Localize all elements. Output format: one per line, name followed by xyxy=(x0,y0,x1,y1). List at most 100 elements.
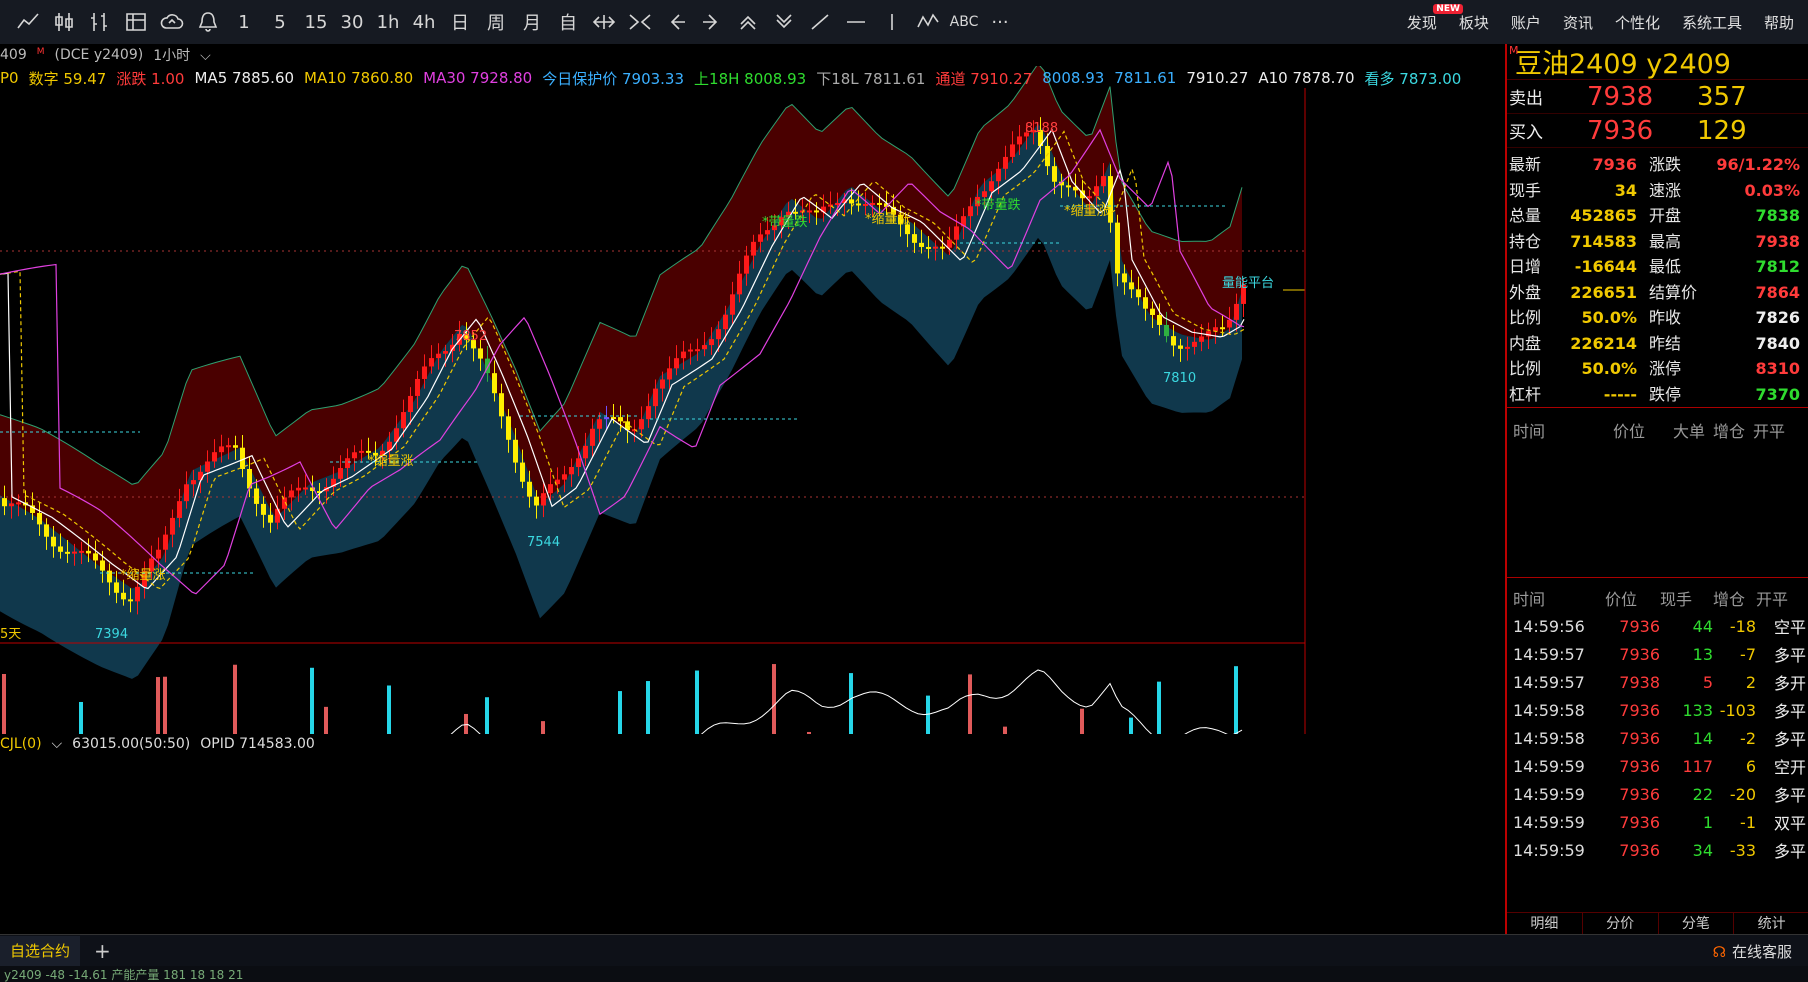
right-tab-2[interactable]: 分笔 xyxy=(1659,913,1735,934)
quote-value: 50.0% xyxy=(1581,308,1637,327)
annotation-mid_low: 7544 xyxy=(527,535,560,550)
candle-body xyxy=(429,358,434,367)
cloud-refresh-icon xyxy=(160,14,184,29)
alarm-bell-button[interactable] xyxy=(190,0,226,44)
menu-3[interactable]: 资讯 xyxy=(1563,12,1593,33)
kline-chart[interactable]: 8188 7394 7852 7544 7810 *缩量涨 *缩量涨 *缩量涨 *缩量涨 *带量跌… xyxy=(0,44,1505,734)
tick-cell: 1 xyxy=(1702,812,1713,832)
candle-body xyxy=(261,503,266,515)
candle-body xyxy=(639,419,644,430)
contract-code: 409 M xyxy=(0,46,45,64)
tick-cell: 空平 xyxy=(1773,618,1806,637)
add-tab-button[interactable]: + xyxy=(94,939,111,963)
horizontal-line-button[interactable] xyxy=(838,0,874,44)
sell-row[interactable]: 卖出 7938 357 xyxy=(1507,80,1808,114)
bottom-bar: 自选合约 + ☊ 在线客服 xyxy=(0,934,1808,966)
period-5-button[interactable]: 4h xyxy=(406,0,442,44)
shrink-horizontal-button[interactable] xyxy=(622,0,658,44)
candle-body xyxy=(919,242,924,247)
tick-cell: 多平 xyxy=(1773,702,1806,721)
menu-6[interactable]: 帮助 xyxy=(1764,12,1794,33)
tick-cell: 14:59:57 xyxy=(1513,672,1585,692)
volume-bar xyxy=(926,695,930,734)
annotation-belt2: *带量跌 xyxy=(975,197,1021,213)
vertical-line-button[interactable] xyxy=(874,0,910,44)
candle-body xyxy=(744,255,749,274)
zoom-out-icon xyxy=(776,14,792,29)
bar-chart-button[interactable] xyxy=(82,0,118,44)
watchlist-tab[interactable]: 自选合约 xyxy=(0,935,81,966)
status-bar: y2409 -48 -14.61 产能产量 181 18 18 21 xyxy=(0,966,1808,982)
big-order-col: 开平 xyxy=(1753,422,1786,441)
candle-body xyxy=(954,226,959,240)
online-service-button[interactable]: ☊ 在线客服 xyxy=(1713,941,1792,962)
legend-item-0: P0 xyxy=(0,69,19,87)
period-9-button[interactable]: 自 xyxy=(550,0,586,44)
period-1-button[interactable]: 5 xyxy=(262,0,298,44)
menu-4[interactable]: 个性化 xyxy=(1615,12,1660,33)
more-tools-button[interactable]: ··· xyxy=(982,0,1018,44)
quote-value: 8310 xyxy=(1755,359,1800,378)
volume-bar xyxy=(1003,726,1007,734)
compare-button[interactable] xyxy=(118,0,154,44)
volume-bar xyxy=(807,731,811,734)
candle-body xyxy=(58,546,63,552)
quote-value: 226214 xyxy=(1570,333,1637,353)
text-tool-button[interactable]: ABC xyxy=(946,0,982,44)
zoom-out-button[interactable] xyxy=(766,0,802,44)
right-tab-0[interactable]: 明细 xyxy=(1507,913,1583,934)
chart-area[interactable]: 8188 7394 7852 7544 7810 *缩量涨 *缩量涨 *缩量涨 *缩量涨 *带量跌… xyxy=(0,44,1505,978)
menu-1[interactable]: 板块 xyxy=(1459,12,1489,33)
volume-indicator-name[interactable]: CJL(0) ⌵ xyxy=(0,736,62,752)
tick-cell: 13 xyxy=(1692,644,1713,664)
arrow-right-button[interactable] xyxy=(694,0,730,44)
quote-label: 外盘 xyxy=(1509,282,1542,302)
right-tab-1[interactable]: 分价 xyxy=(1583,913,1659,934)
buy-row[interactable]: 买入 7936 129 xyxy=(1507,114,1808,148)
cloud-refresh-button[interactable] xyxy=(154,0,190,44)
tick-cell: 14:59:56 xyxy=(1513,616,1585,636)
period-2-button[interactable]: 15 xyxy=(298,0,334,44)
tick-cell: -7 xyxy=(1740,644,1756,664)
period-4-button[interactable]: 1h xyxy=(370,0,406,44)
tick-row: 14:59:58 7936 14 -2 多平 xyxy=(1507,724,1808,752)
candle-body xyxy=(254,488,259,504)
tick-row: 14:59:59 7936 22 -20 多平 xyxy=(1507,780,1808,808)
period-6-button[interactable]: 日 xyxy=(442,0,478,44)
candle-body xyxy=(2,498,7,507)
arrow-left-button[interactable] xyxy=(658,0,694,44)
candle-body xyxy=(408,395,413,413)
quote-label: 最高 xyxy=(1649,231,1682,251)
candle-body xyxy=(989,181,994,192)
expand-horizontal-button[interactable] xyxy=(586,0,622,44)
line-chart-button[interactable] xyxy=(10,0,46,44)
quote-value: 0.03% xyxy=(1744,180,1800,200)
tick-header: 时间 价位 现手 增仓 开平 xyxy=(1507,584,1808,612)
menu-0[interactable]: 发现 NEW xyxy=(1407,3,1463,33)
candle-body xyxy=(1150,308,1155,315)
candle-body xyxy=(93,553,98,561)
right-tab-3[interactable]: 统计 xyxy=(1734,913,1808,934)
period-7-button[interactable]: 周 xyxy=(478,0,514,44)
menu-2[interactable]: 账户 xyxy=(1511,12,1541,33)
volume-bar xyxy=(849,673,853,734)
candle-body xyxy=(765,230,770,235)
candle-body xyxy=(716,329,721,340)
contract-info: 409 M (DCE y2409) 1小时 ⌵ xyxy=(0,44,1505,66)
tick-cell: 14:59:59 xyxy=(1513,812,1585,832)
quote-value: -16644 xyxy=(1574,257,1637,276)
wave-line-button[interactable] xyxy=(910,0,946,44)
candle-body xyxy=(1192,341,1197,347)
alarm-bell-icon xyxy=(198,12,218,32)
period-0-button[interactable]: 1 xyxy=(226,0,262,44)
candle-chart-button[interactable] xyxy=(46,0,82,44)
menu-5[interactable]: 系统工具 xyxy=(1682,12,1742,33)
zoom-in-button[interactable] xyxy=(730,0,766,44)
candle-body xyxy=(849,199,854,204)
period-selector[interactable]: 1小时 ⌵ xyxy=(153,45,211,65)
candle-body xyxy=(751,241,756,256)
candle-body xyxy=(100,560,105,571)
period-8-button[interactable]: 月 xyxy=(514,0,550,44)
draw-line-button[interactable] xyxy=(802,0,838,44)
period-3-button[interactable]: 30 xyxy=(334,0,370,44)
